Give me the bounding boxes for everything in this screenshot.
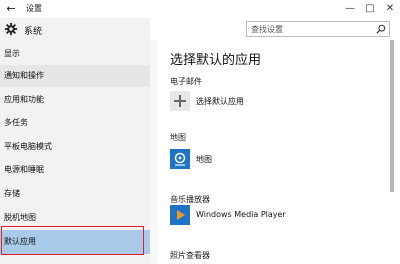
maps-app-label: 地图	[196, 155, 212, 164]
music-app-label: Windows Media Player	[196, 210, 286, 219]
maximize-button[interactable]: □	[360, 1, 380, 17]
sidebar-header: 系统	[0, 18, 150, 42]
media-player-icon	[170, 205, 190, 225]
highlight-box	[1, 226, 144, 255]
section-label-maps: 地图	[170, 133, 186, 142]
sidebar-item-display[interactable]: 显示	[0, 43, 150, 65]
title-bar: ← 设置 — □ ✕	[0, 0, 400, 18]
email-app-label: 选择默认应用	[196, 97, 244, 106]
content-gutter	[150, 40, 158, 264]
page-title: 选择默认的应用	[170, 53, 262, 68]
scrollbar-thumb[interactable]	[390, 40, 394, 192]
plus-icon	[170, 91, 190, 111]
gear-icon	[4, 22, 18, 36]
sidebar-item-multitasking[interactable]: 多任务	[0, 112, 150, 134]
main-content: 选择默认的应用 电子邮件 选择默认应用 地图 地图 音乐播放器 Windows …	[158, 40, 390, 264]
scrollbar[interactable]	[390, 40, 394, 250]
search-input[interactable]: 查找设置	[246, 21, 390, 37]
sidebar-item-tablet-mode[interactable]: 平板电脑模式	[0, 136, 150, 158]
settings-window: ← 设置 — □ ✕ 系统 显示 通知和操作 应用和功能 多任务 平板电脑模式 …	[0, 0, 400, 264]
back-arrow-icon[interactable]: ←	[4, 2, 18, 16]
section-label-photos: 照片查看器	[170, 251, 210, 260]
search-placeholder: 查找设置	[251, 25, 283, 34]
sidebar-item-apps-features[interactable]: 应用和功能	[0, 89, 150, 111]
maps-app-picker[interactable]: 地图	[170, 149, 250, 171]
sidebar-title: 系统	[24, 27, 43, 37]
sidebar-item-storage[interactable]: 存储	[0, 183, 150, 205]
sidebar-item-notifications[interactable]: 通知和操作	[0, 65, 150, 87]
email-app-picker[interactable]: 选择默认应用	[170, 91, 290, 113]
sidebar-item-power-sleep[interactable]: 电源和睡眠	[0, 159, 150, 181]
window-title: 设置	[26, 4, 42, 13]
minimize-button[interactable]: —	[340, 1, 360, 17]
maps-icon	[170, 149, 190, 169]
close-button[interactable]: ✕	[380, 1, 400, 17]
music-app-picker[interactable]: Windows Media Player	[170, 205, 340, 227]
search-icon[interactable]	[376, 24, 386, 34]
section-label-music: 音乐播放器	[170, 195, 210, 204]
section-label-email: 电子邮件	[170, 77, 202, 86]
